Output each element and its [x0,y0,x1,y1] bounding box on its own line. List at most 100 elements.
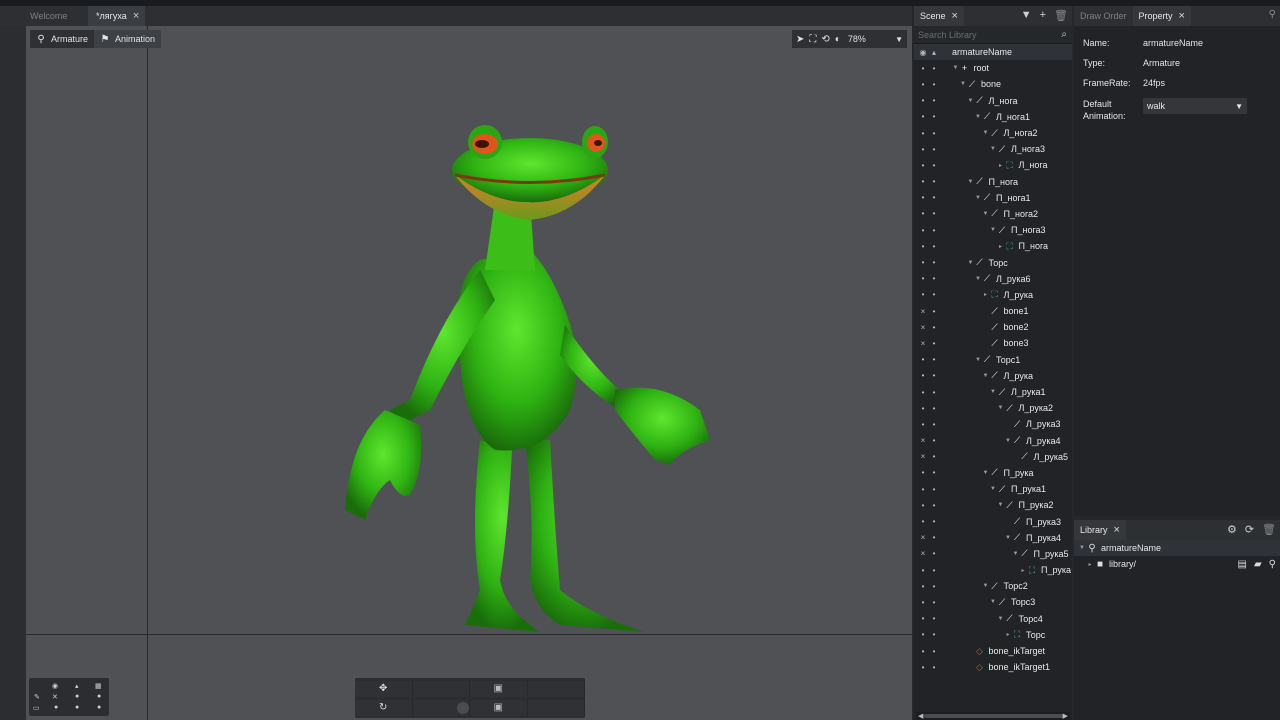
translate-x-field[interactable] [412,680,470,697]
lock-icon[interactable]: • [929,80,939,89]
lock-icon[interactable]: • [929,145,939,154]
tree-node[interactable]: • • ▼ + root [914,60,1072,76]
chevron-down-icon[interactable]: ▼ [974,357,982,363]
visibility-icon[interactable]: • [918,64,928,73]
chevron-down-icon[interactable]: ▼ [974,276,982,282]
tab-library[interactable]: Library × [1074,520,1126,540]
lock-icon[interactable]: • [929,630,939,639]
tree-node[interactable]: × • ⟋ bone2 [914,319,1072,335]
visibility-icon[interactable]: • [918,290,928,299]
chevron-right-icon[interactable]: ▸ [982,291,990,298]
visibility-icon[interactable]: • [918,582,928,591]
image-icon[interactable]: ▭ [33,704,40,712]
dot-icon[interactable]: ● [97,693,101,700]
hidden-icon[interactable]: × [918,339,928,348]
visibility-icon[interactable]: • [918,517,928,526]
lock-icon[interactable]: • [929,290,939,299]
visibility-icon[interactable]: • [918,161,928,170]
lock-icon[interactable]: • [929,566,939,575]
chevron-down-icon[interactable]: ▼ [982,583,990,589]
lock-icon[interactable]: • [929,485,939,494]
tree-node[interactable]: • • ▼ ⟋ П_нога3 [914,222,1072,238]
visibility-icon[interactable]: • [918,468,928,477]
tree-node[interactable]: × • ⟋ bone3 [914,335,1072,351]
tree-node[interactable]: • • ▼ ⟋ Торс3 [914,594,1072,610]
lock-icon[interactable]: • [929,64,939,73]
tree-node[interactable]: • • ▸ ⛶ Торс [914,627,1072,643]
visibility-icon[interactable]: • [918,226,928,235]
visibility-icon[interactable]: • [918,404,928,413]
visibility-icon[interactable]: • [918,112,928,121]
chevron-down-icon[interactable]: ▼ [989,146,997,152]
lock-icon[interactable]: • [929,533,939,542]
armature-mode-button[interactable]: ⚲ Armature [30,30,94,48]
horizontal-scrollbar[interactable]: ◀ ▶ [916,712,1070,720]
tab-document[interactable]: *лягуха × [88,6,146,26]
tree-node[interactable]: • • ▼ ⟋ П_нога2 [914,206,1072,222]
locate-icon[interactable]: ⚲ [1269,559,1276,570]
visibility-icon[interactable]: • [918,209,928,218]
lock-icon[interactable]: • [929,388,939,397]
tree-node[interactable]: • • ▼ ⟋ Л_рука1 [914,384,1072,400]
chevron-down-icon[interactable]: ▼ [967,98,975,104]
tree-node[interactable]: • • ▸ ⛶ П_нога [914,238,1072,254]
name-value[interactable]: armatureName [1143,38,1203,48]
tree-node[interactable]: • • ▼ ⟋ П_рука [914,465,1072,481]
add-icon[interactable]: + [1040,9,1046,22]
zoom-level[interactable]: 78% [848,34,866,44]
animation-mode-button[interactable]: ⚑ Animation [94,30,162,48]
move-icon[interactable]: ✥ [355,680,413,697]
lock-icon[interactable]: • [929,647,939,656]
lock-icon[interactable]: • [929,420,939,429]
tab-welcome[interactable]: Welcome [0,6,88,26]
lock-icon[interactable]: ▴ [75,682,79,690]
tab-scene[interactable]: Scene × [914,6,964,26]
tree-node[interactable]: • • ▼ ⟋ Торс4 [914,611,1072,627]
visibility-icon[interactable]: • [918,193,928,202]
refresh-icon[interactable]: ⟳ [1245,523,1254,536]
chevron-down-icon[interactable]: ▼ [997,405,1005,411]
close-icon[interactable]: × [952,10,958,22]
chevron-right-icon[interactable]: ▸ [1086,561,1094,568]
chevron-down-icon[interactable]: ▼ [982,470,990,476]
lock-icon[interactable]: • [929,177,939,186]
visibility-icon[interactable]: • [918,242,928,251]
library-item-armature[interactable]: ▼ ⚲ armatureName [1074,540,1280,556]
lock-icon[interactable]: • [929,307,939,316]
visibility-icon[interactable]: • [918,274,928,283]
tree-node[interactable]: × • ▼ ⟋ Л_рука4 [914,433,1072,449]
chevron-down-icon[interactable]: ▼ [959,81,967,87]
tree-node[interactable]: • • ▸ ⛶ Л_рука [914,287,1072,303]
lock-icon[interactable]: • [929,242,939,251]
lock-icon[interactable]: • [929,193,939,202]
tree-node[interactable]: • • ▼ ⟋ Л_нога1 [914,109,1072,125]
hidden-icon[interactable]: × [918,533,928,542]
lock-icon[interactable]: • [929,549,939,558]
hidden-icon[interactable]: × [918,323,928,332]
trash-icon[interactable]: 🗑︎ [1262,523,1276,536]
visibility-icon[interactable]: • [918,355,928,364]
filter-icon[interactable]: ▼ [1021,9,1032,22]
visibility-icon[interactable]: • [918,663,928,672]
tree-node[interactable]: • • ▼ ⟋ Л_нога2 [914,125,1072,141]
search-input[interactable] [918,29,1048,40]
lock-icon[interactable]: • [929,501,939,510]
transform-box-icon[interactable]: ⛶ [809,34,816,45]
visibility-icon[interactable]: • [918,388,928,397]
rotation-knob[interactable] [412,699,470,716]
dot-icon[interactable]: ● [54,704,58,711]
brush-icon[interactable]: ✎ [34,693,40,701]
visibility-icon[interactable]: • [918,647,928,656]
new-file-icon[interactable]: ▤ [1238,559,1247,570]
hidden-icon[interactable]: × [918,307,928,316]
dot-icon[interactable]: ● [97,704,101,711]
select-arrow-icon[interactable]: ➤ [796,34,804,45]
frog-character-image[interactable] [330,110,720,640]
tree-node[interactable]: • • ⟋ Л_рука3 [914,416,1072,432]
tree-node[interactable]: × • ⟋ bone1 [914,303,1072,319]
tab-property[interactable]: Property × [1132,6,1191,26]
lock-icon[interactable]: • [929,112,939,121]
chevron-right-icon[interactable]: ▸ [997,162,1005,169]
visibility-icon[interactable]: ◉ [918,48,928,57]
chevron-right-icon[interactable]: ▸ [997,243,1005,250]
